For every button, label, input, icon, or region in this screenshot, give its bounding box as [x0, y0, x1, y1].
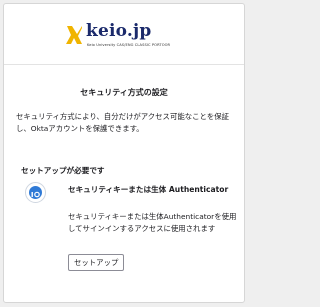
authenticator-name: セキュリティキーまたは生体 Authenticator — [68, 185, 229, 194]
page-description: セキュリティ方式により、自分だけがアクセス可能なことを保証し、Oktaアカウント… — [16, 112, 230, 133]
header-logo-area: keio.jp Keio University CAS/ENG CLASSIC … — [4, 4, 244, 65]
authenticator-description: セキュリティキーまたは生体Authenticatorを使用してサインインするアク… — [68, 212, 237, 233]
page-title: セキュリティ方式の設定 — [80, 88, 168, 97]
auth-card: keio.jp Keio University CAS/ENG CLASSIC … — [3, 3, 245, 303]
security-key-icon — [25, 182, 46, 203]
keio-logo-icon — [66, 26, 82, 44]
setup-required-heading: セットアップが必要です — [21, 166, 105, 175]
brand-logo-text: keio.jp — [86, 21, 152, 41]
brand-subtitle: Keio University CAS/ENG CLASSIC PORTOOR — [87, 43, 171, 47]
setup-button[interactable]: セットアップ — [68, 254, 125, 271]
